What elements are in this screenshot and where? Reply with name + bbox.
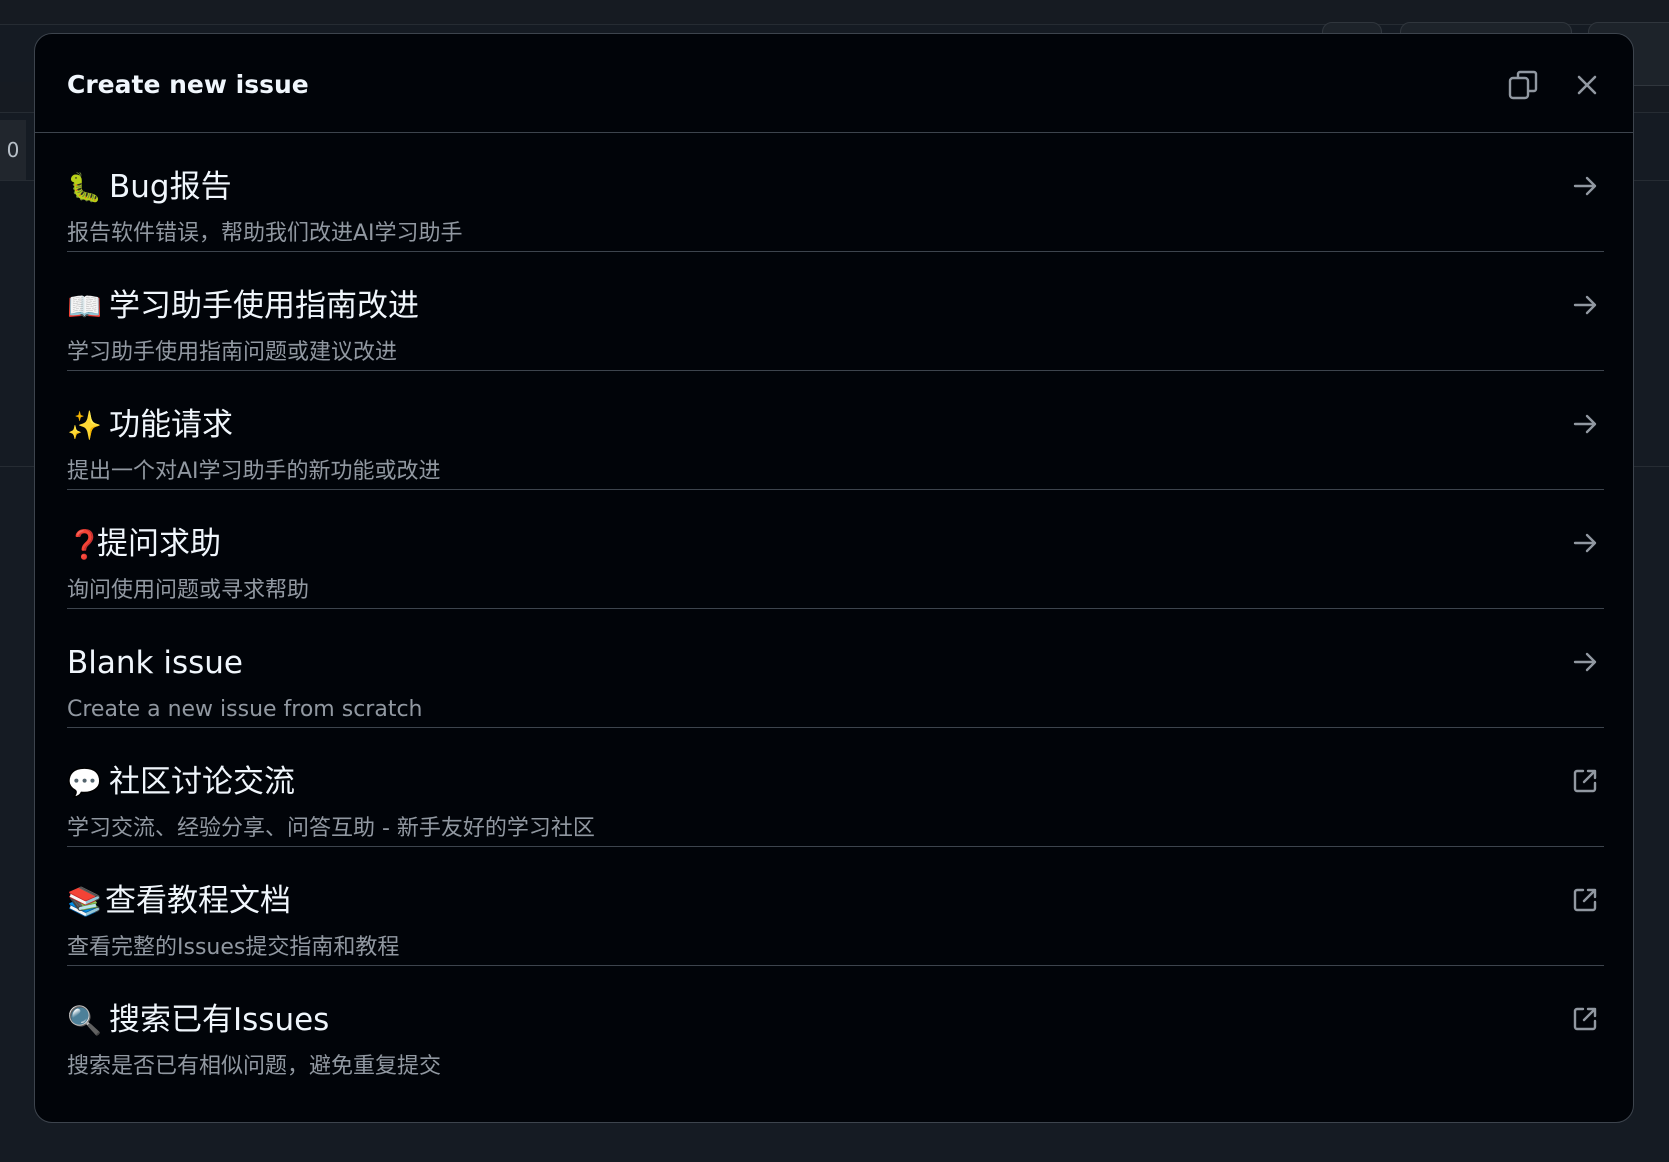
dialog-header: Create new issue (35, 34, 1633, 133)
template-item-tutorial-docs[interactable]: 📚 查看教程文档 查看完整的Issues提交指南和教程 (67, 847, 1604, 966)
link-external-icon (1570, 766, 1600, 796)
template-item-bug-report[interactable]: 🐛 Bug报告 报告软件错误，帮助我们改进AI学习助手 (67, 133, 1604, 252)
close-button[interactable] (1567, 66, 1607, 106)
arrow-right-icon (1570, 647, 1600, 677)
create-issue-dialog: Create new issue 🐛 Bug报告 报告软件错误，帮助我们改进AI学… (34, 33, 1634, 1123)
template-title: 📚 查看教程文档 (67, 882, 291, 921)
template-title-text: Blank issue (67, 645, 243, 681)
template-description: 学习交流、经验分享、问答互助 - 新手友好的学习社区 (67, 816, 595, 841)
template-description: 报告软件错误，帮助我们改进AI学习助手 (67, 221, 463, 246)
template-title: ✨ 功能请求 (67, 406, 233, 445)
bug-icon: 🐛 (67, 171, 102, 204)
template-item-blank-issue[interactable]: Blank issue Create a new issue from scra… (67, 609, 1604, 728)
template-description: 查看完整的Issues提交指南和教程 (67, 935, 400, 960)
template-description: 提出一个对AI学习助手的新功能或改进 (67, 459, 441, 484)
template-description: Create a new issue from scratch (67, 697, 423, 722)
background-counter: 0 (0, 120, 26, 180)
copy-button[interactable] (1503, 66, 1543, 106)
template-title: 💬 社区讨论交流 (67, 763, 295, 802)
template-title-text: 学习助手使用指南改进 (109, 288, 419, 324)
template-item-community-discussion[interactable]: 💬 社区讨论交流 学习交流、经验分享、问答互助 - 新手友好的学习社区 (67, 728, 1604, 847)
arrow-right-icon (1570, 171, 1600, 201)
close-icon (1575, 73, 1599, 100)
speech-bubble-icon: 💬 (67, 766, 102, 799)
template-description: 学习助手使用指南问题或建议改进 (67, 340, 398, 365)
dialog-title: Create new issue (67, 70, 309, 99)
template-title-text: 提问求助 (97, 526, 221, 562)
template-title: 📖 学习助手使用指南改进 (67, 287, 419, 326)
template-description: 询问使用问题或寻求帮助 (67, 578, 310, 603)
template-title-text: 功能请求 (109, 407, 233, 443)
template-title: ❓提问求助 (67, 525, 221, 564)
copy-icon (1507, 69, 1539, 104)
arrow-right-icon (1570, 409, 1600, 439)
arrow-right-icon (1570, 290, 1600, 320)
template-item-feature-request[interactable]: ✨ 功能请求 提出一个对AI学习助手的新功能或改进 (67, 371, 1604, 490)
template-title: 🔍 搜索已有Issues (67, 1001, 329, 1040)
magnifying-glass-icon: 🔍 (67, 1004, 102, 1037)
question-mark-icon: ❓ (67, 528, 102, 561)
template-item-ask-for-help[interactable]: ❓提问求助 询问使用问题或寻求帮助 (67, 490, 1604, 609)
template-title-text: 社区讨论交流 (109, 764, 295, 800)
arrow-right-icon (1570, 528, 1600, 558)
open-book-icon: 📖 (67, 290, 102, 323)
books-icon: 📚 (67, 885, 102, 918)
template-item-search-issues[interactable]: 🔍 搜索已有Issues 搜索是否已有相似问题，避免重复提交 (67, 966, 1604, 1085)
template-title-text: Bug报告 (109, 169, 232, 205)
template-title-text: 搜索已有Issues (109, 1002, 330, 1038)
template-title: 🐛 Bug报告 (67, 168, 232, 207)
template-title: Blank issue (67, 644, 243, 682)
issue-template-list: 🐛 Bug报告 报告软件错误，帮助我们改进AI学习助手 📖 学习助手使用指南改进 学… (67, 133, 1604, 1085)
link-external-icon (1570, 1004, 1600, 1034)
link-external-icon (1570, 885, 1600, 915)
template-title-text: 查看教程文档 (105, 883, 291, 919)
template-item-guide-improvement[interactable]: 📖 学习助手使用指南改进 学习助手使用指南问题或建议改进 (67, 252, 1604, 371)
template-description: 搜索是否已有相似问题，避免重复提交 (67, 1054, 442, 1079)
sparkles-icon: ✨ (67, 409, 102, 442)
